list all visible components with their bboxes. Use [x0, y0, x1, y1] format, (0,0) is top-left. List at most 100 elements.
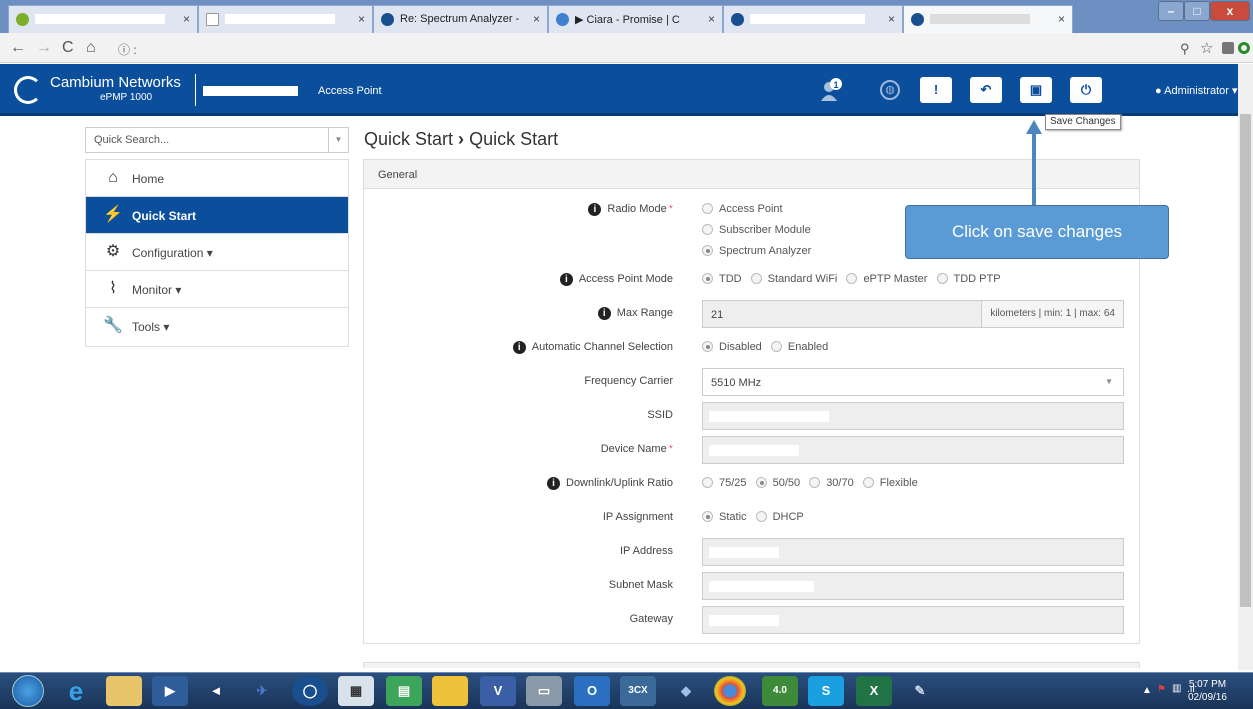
undo-button[interactable]: ↶ — [970, 77, 1002, 103]
radio-button[interactable] — [770, 341, 782, 352]
internet-explorer-icon[interactable]: e — [58, 676, 94, 706]
info-icon[interactable]: i — [588, 203, 602, 216]
ip-assignment-options: Static DHCP — [702, 511, 804, 523]
scrollbar-thumb[interactable] — [1240, 114, 1251, 607]
chevron-down-icon[interactable]: ▼ — [328, 128, 348, 152]
tray-network-icon[interactable]: ▥ — [1172, 683, 1181, 694]
cambium-app-icon[interactable]: ◯ — [292, 676, 328, 706]
sidebar-item-tools[interactable]: 🔧 Tools ▾ — [86, 308, 348, 345]
radio-button-selected[interactable] — [702, 511, 713, 522]
address-bar[interactable]: ⓘ : — [112, 37, 1162, 59]
radio-button[interactable] — [862, 477, 874, 488]
skype-icon[interactable]: S — [808, 676, 844, 706]
calculator-icon[interactable]: ▦ — [338, 676, 374, 706]
virtualbox-icon[interactable]: ◆ — [668, 676, 704, 706]
sidebar-item-monitor[interactable]: ⌇ Monitor ▾ — [86, 271, 348, 308]
3cx-icon[interactable]: 3CX — [620, 676, 656, 706]
extension-circle-icon[interactable] — [1238, 42, 1250, 54]
close-tab-icon[interactable]: × — [183, 12, 190, 26]
radio-button[interactable] — [755, 511, 767, 522]
radio-button[interactable] — [750, 273, 762, 284]
excel-icon[interactable]: X — [856, 676, 892, 706]
tray-expand-icon[interactable]: ▲ — [1142, 685, 1152, 696]
option-label: 75/25 — [719, 477, 747, 489]
ip-address-input[interactable] — [702, 538, 1124, 566]
visio-icon[interactable]: V — [480, 676, 516, 706]
info-icon[interactable]: i — [597, 307, 611, 320]
device-name-input[interactable] — [702, 436, 1124, 464]
bookmark-star-icon[interactable]: ☆ — [1200, 39, 1213, 57]
radio-button[interactable] — [936, 273, 948, 284]
clock[interactable]: 5:07 PM 02/09/16 — [1188, 678, 1227, 704]
save-icon: ▣ — [1029, 82, 1043, 97]
close-window-icon[interactable]: x — [1210, 1, 1250, 21]
file-explorer-icon[interactable] — [106, 676, 142, 706]
radio-access-point[interactable]: Access Point — [702, 203, 783, 215]
app-window-icon[interactable]: ▭ — [526, 676, 562, 706]
radio-button[interactable] — [702, 477, 713, 488]
back-icon[interactable]: ← — [10, 39, 26, 57]
option-label: ePTP Master — [863, 273, 928, 285]
reload-icon[interactable]: C — [62, 39, 74, 57]
sticky-notes-icon[interactable] — [432, 676, 468, 706]
app-arrow-icon[interactable]: ◄ — [198, 676, 234, 706]
radio-button-selected[interactable] — [702, 245, 713, 256]
outlook-icon[interactable]: O — [574, 676, 610, 706]
radio-button[interactable] — [809, 477, 821, 488]
radio-button-selected[interactable] — [702, 273, 713, 284]
chrome-icon[interactable] — [714, 676, 746, 706]
browser-tab[interactable]: ▶ Ciara - Promise | C × — [548, 5, 723, 33]
paint-icon[interactable]: ✎ — [902, 676, 938, 706]
user-notification-icon[interactable]: 1 — [820, 78, 842, 102]
extension-icon[interactable]: ⚲ — [1180, 41, 1190, 57]
forward-icon[interactable]: → — [36, 39, 52, 57]
radio-button-selected[interactable] — [702, 341, 713, 352]
gateway-input[interactable] — [702, 606, 1124, 634]
sidebar-item-home[interactable]: ⌂ Home — [86, 160, 348, 197]
browser-tab[interactable]: × — [198, 5, 373, 33]
frequency-select[interactable]: 5510 MHz ▼ — [702, 368, 1124, 396]
tab-title: Re: Spectrum Analyzer - — [400, 13, 520, 25]
extension-square-icon[interactable] — [1222, 42, 1234, 54]
media-player-icon[interactable]: ▶ — [152, 676, 188, 706]
radio-button[interactable] — [846, 273, 858, 284]
radio-button-selected[interactable] — [755, 477, 767, 488]
radio-spectrum-analyzer[interactable]: Spectrum Analyzer — [702, 245, 811, 257]
close-tab-icon[interactable]: × — [708, 12, 715, 26]
save-changes-button[interactable]: ▣ — [1020, 77, 1052, 103]
reboot-button[interactable]: ⏻ — [1070, 77, 1102, 103]
spreadsheet-app-icon[interactable]: ▤ — [386, 676, 422, 706]
page-scrollbar[interactable] — [1238, 64, 1253, 670]
quick-search-input[interactable]: Quick Search... ▼ — [85, 127, 349, 153]
user-menu[interactable]: ● Administrator ▾ — [1155, 84, 1237, 97]
info-icon[interactable]: i — [547, 477, 560, 490]
ssid-input[interactable] — [702, 402, 1124, 430]
start-button[interactable] — [12, 675, 44, 707]
browser-tab-active[interactable]: × — [903, 5, 1073, 33]
browser-tab[interactable]: × — [8, 5, 198, 33]
close-tab-icon[interactable]: × — [358, 12, 365, 26]
max-range-input[interactable]: 21 kilometers | min: 1 | max: 64 — [702, 300, 1124, 328]
browser-tab[interactable]: Re: Spectrum Analyzer - × — [373, 5, 548, 33]
radio-button[interactable] — [702, 203, 713, 214]
browser-tab[interactable]: × — [723, 5, 903, 33]
app-4-0-icon[interactable]: 4.0 — [762, 676, 798, 706]
tray-flag-icon[interactable]: ⚑ — [1157, 684, 1166, 695]
sidebar-item-quick-start[interactable]: ⚡ Quick Start — [86, 197, 348, 234]
radio-subscriber-module[interactable]: Subscriber Module — [702, 224, 811, 236]
breadcrumb-parent[interactable]: Quick Start — [364, 129, 453, 149]
close-tab-icon[interactable]: × — [1058, 12, 1065, 26]
minimize-icon[interactable]: – — [1158, 1, 1184, 21]
app-plane-icon[interactable]: ✈ — [244, 676, 280, 706]
close-tab-icon[interactable]: × — [533, 12, 540, 26]
close-tab-icon[interactable]: × — [888, 12, 895, 26]
home-browser-icon[interactable]: ⌂ — [86, 39, 96, 57]
sidebar-item-configuration[interactable]: ⚙ Configuration ▾ — [86, 234, 348, 271]
subnet-mask-input[interactable] — [702, 572, 1124, 600]
help-button[interactable]: ! — [920, 77, 952, 103]
radio-button[interactable] — [702, 224, 713, 235]
globe-icon[interactable]: ◍ — [880, 80, 900, 100]
info-icon[interactable]: i — [512, 341, 526, 354]
info-icon[interactable]: i — [559, 273, 573, 286]
maximize-icon[interactable]: □ — [1184, 1, 1210, 21]
